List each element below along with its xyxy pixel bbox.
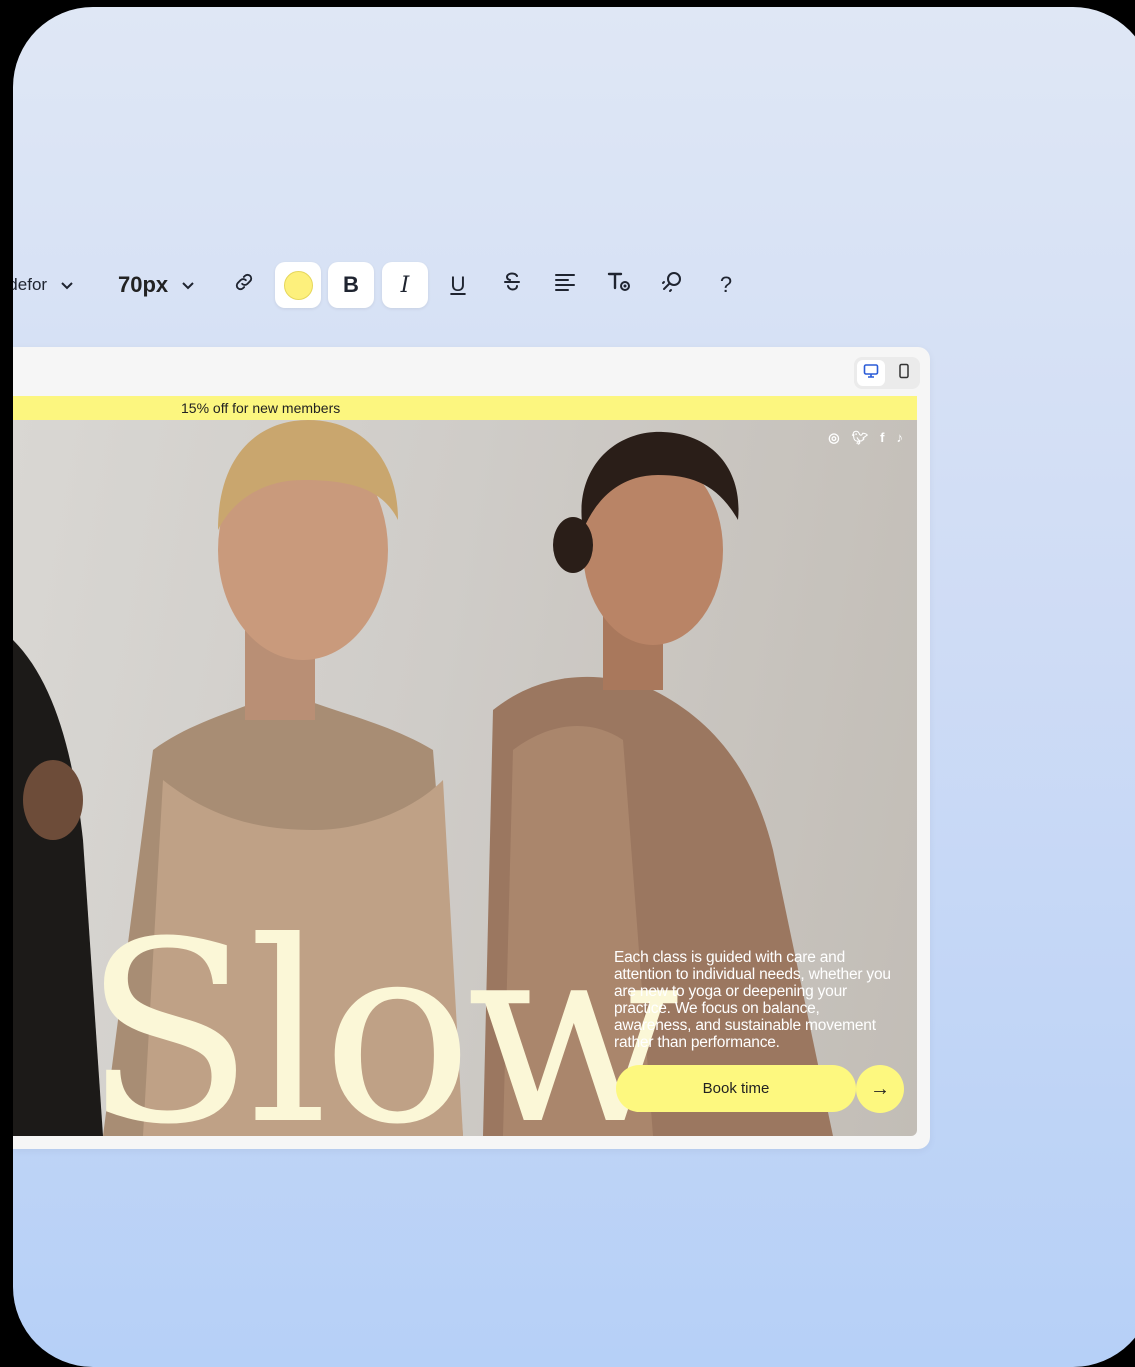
link-icon <box>233 271 255 299</box>
font-family-value: Tildefor <box>13 275 48 294</box>
social-links: ◎ 🐦︎ f ♪ <box>828 430 903 446</box>
align-button[interactable] <box>542 262 588 308</box>
text-settings-button[interactable] <box>596 262 642 308</box>
underline-icon: U <box>450 273 466 296</box>
font-size-value: 70px <box>118 272 169 297</box>
bold-icon: B <box>343 272 359 297</box>
strikethrough-button[interactable] <box>489 262 535 308</box>
promo-banner: 15% off for new members <box>13 396 917 420</box>
hero-section: Slow ◎ 🐦︎ f ♪ Each class is guided with … <box>13 420 917 1136</box>
desktop-icon <box>863 363 879 384</box>
instagram-icon[interactable]: ◎ <box>828 430 839 446</box>
bold-button[interactable]: B <box>328 262 374 308</box>
font-family-select[interactable]: Tildefor <box>13 257 81 313</box>
ai-magic-icon <box>660 270 684 300</box>
facebook-icon[interactable]: f <box>880 430 884 446</box>
chevron-down-icon <box>182 278 194 293</box>
help-icon: ? <box>719 272 733 297</box>
chevron-down-icon <box>61 278 73 293</box>
arrow-button[interactable]: → <box>856 1065 904 1113</box>
strikethrough-icon <box>502 271 522 299</box>
svg-text:Slow: Slow <box>83 888 678 1136</box>
mobile-icon <box>898 363 910 384</box>
font-size-select[interactable]: 70px <box>118 257 213 313</box>
app-canvas: Tildefor 70px B I U <box>13 7 1135 1367</box>
website-preview: 15% off for new members Slow ◎ 🐦︎ f ♪ Ea… <box>13 347 930 1149</box>
help-button[interactable]: ? <box>703 262 749 308</box>
twitter-icon[interactable]: 🐦︎ <box>852 430 869 446</box>
text-format-toolbar: Tildefor 70px B I U <box>13 257 773 313</box>
desktop-view-button[interactable] <box>856 360 885 386</box>
book-time-button[interactable]: Book time <box>616 1065 856 1112</box>
book-time-label: Book time <box>702 1080 770 1097</box>
mobile-view-button[interactable] <box>890 360 918 386</box>
align-left-icon <box>554 272 576 298</box>
arrow-right-icon: → <box>870 1077 890 1100</box>
link-button[interactable] <box>221 262 267 308</box>
italic-icon: I <box>400 272 410 298</box>
italic-button[interactable]: I <box>382 262 428 308</box>
hero-description: Each class is guided with care and atten… <box>614 949 891 1051</box>
text-color-button[interactable] <box>275 262 321 308</box>
text-settings-icon <box>606 270 632 300</box>
color-swatch <box>283 270 313 300</box>
ai-assist-button[interactable] <box>649 262 695 308</box>
underline-button[interactable]: U <box>435 262 481 308</box>
tiktok-icon[interactable]: ♪ <box>897 430 904 446</box>
device-switch <box>854 357 920 389</box>
promo-text: 15% off for new members <box>181 400 341 416</box>
